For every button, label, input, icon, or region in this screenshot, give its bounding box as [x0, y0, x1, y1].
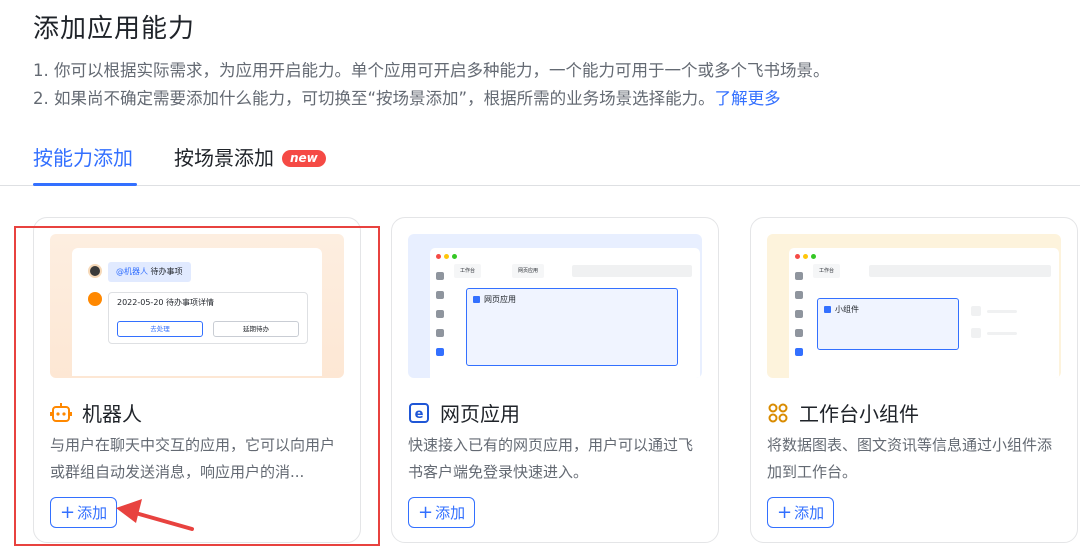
box-label-text: 网页应用 [484, 295, 516, 304]
window-dots [795, 254, 816, 259]
tab-active-indicator [33, 183, 137, 186]
mention-label: @机器人 [116, 267, 148, 276]
preview-tab-1: 工作台 [454, 264, 482, 278]
description-line-2: 2. 如果尚不确定需要添加什么能力，可切换至“按场景添加”，根据所需的业务场景选… [33, 85, 781, 109]
preview-placeholder [987, 332, 1017, 335]
preview-widget-box: 小组件 [817, 298, 959, 350]
preview-primary-button: 去处理 [117, 321, 203, 337]
add-web-app-button[interactable]: + 添加 [408, 497, 476, 528]
card-header: e 网页应用 [408, 398, 520, 427]
add-label: 添加 [435, 504, 466, 522]
tab-bar: 按能力添加 按场景添加 new [0, 136, 1080, 186]
window-dots [436, 254, 457, 259]
pointer-arrow-icon [116, 499, 194, 531]
card-description: 将数据图表、图文资讯等信息通过小组件添加到工作台。 [767, 436, 1053, 481]
web-app-icon: e [409, 402, 429, 423]
avatar [88, 264, 102, 278]
card-description: 与用户在聊天中交互的应用，它可以向用户或群组自动发送消息，响应用户的消... [50, 436, 336, 481]
preview-web-box: 网页应用 [466, 288, 678, 366]
description-line-1: 1. 你可以根据实际需求，为应用开启能力。单个应用可开启多种能力，一个能力可用于… [33, 61, 830, 80]
capability-card-robot[interactable]: @机器人 待办事项 2022-05-20 待办事项详情 去处理 延期待办 机器人… [33, 217, 361, 543]
preview-box-label: 网页应用 [473, 294, 516, 305]
add-label: 添加 [794, 504, 825, 522]
plus-icon: + [777, 501, 793, 523]
preview-panel: @机器人 待办事项 2022-05-20 待办事项详情 去处理 延期待办 [72, 248, 322, 376]
card-header: 机器人 [50, 398, 142, 427]
description-line-2-text: 2. 如果尚不确定需要添加什么能力，可切换至“按场景添加”，根据所需的业务场景选… [33, 89, 715, 108]
plus-icon: + [60, 501, 76, 523]
preview-sidebar [436, 272, 448, 367]
mention-chip: @机器人 待办事项 [108, 262, 191, 282]
message-card-title: 2022-05-20 待办事项详情 [117, 298, 215, 307]
mention-text: 待办事项 [150, 267, 183, 276]
card-title: 机器人 [82, 402, 142, 426]
tab-by-capability[interactable]: 按能力添加 [33, 142, 133, 171]
widget-icon [768, 403, 788, 422]
tab-by-scenario[interactable]: 按场景添加 new [174, 142, 326, 171]
tab-label: 按场景添加 [174, 146, 274, 170]
add-widget-button[interactable]: + 添加 [767, 497, 835, 528]
add-label: 添加 [77, 504, 108, 522]
widget-preview: 工作台 小组件 [767, 234, 1061, 378]
card-description: 快速接入已有的网页应用，用户可以通过飞书客户端免登录快速进入。 [408, 436, 694, 481]
add-robot-button[interactable]: + 添加 [50, 497, 118, 528]
card-title: 工作台小组件 [799, 402, 919, 426]
capability-card-web-app[interactable]: 工作台 网页应用 网页应用 e 网页应用 快速接入已有的网页应用，用户可以通过飞… [391, 217, 719, 543]
bot-avatar [88, 292, 102, 306]
card-title: 网页应用 [440, 402, 520, 426]
preview-placeholder [971, 328, 981, 338]
preview-sidebar [795, 272, 807, 367]
robot-icon [50, 402, 72, 422]
box-label-text: 小组件 [835, 305, 859, 314]
card-header: 工作台小组件 [767, 398, 919, 427]
robot-preview: @机器人 待办事项 2022-05-20 待办事项详情 去处理 延期待办 [50, 234, 344, 378]
preview-placeholder [971, 306, 981, 316]
learn-more-link[interactable]: 了解更多 [715, 89, 781, 108]
preview-address-bar [572, 265, 692, 277]
preview-secondary-button: 延期待办 [213, 321, 299, 337]
preview-placeholder [987, 310, 1017, 313]
page-title: 添加应用能力 [33, 14, 196, 44]
preview-window: 工作台 网页应用 网页应用 [430, 248, 700, 378]
preview-box-label: 小组件 [824, 304, 859, 315]
tab-label: 按能力添加 [33, 146, 133, 170]
preview-address-bar [869, 265, 1051, 277]
capability-card-widget[interactable]: 工作台 小组件 工作台小组件 将数据图表、图文资讯等信息通过小组件添加到工作台。… [750, 217, 1078, 543]
preview-tab-1: 工作台 [813, 264, 841, 278]
message-card: 2022-05-20 待办事项详情 去处理 延期待办 [108, 292, 308, 344]
preview-window: 工作台 小组件 [789, 248, 1059, 378]
new-badge: new [282, 150, 326, 167]
preview-tab-2: 网页应用 [512, 264, 545, 278]
plus-icon: + [418, 501, 434, 523]
web-app-preview: 工作台 网页应用 网页应用 [408, 234, 702, 378]
svg-text:e: e [415, 407, 424, 422]
